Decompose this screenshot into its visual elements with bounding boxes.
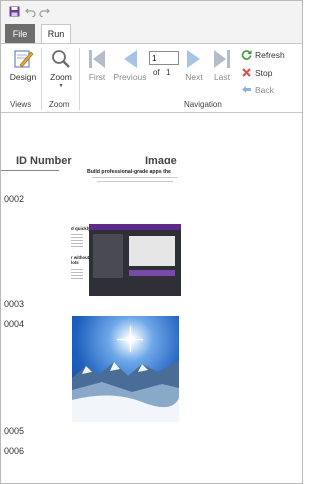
stop-button[interactable]: Stop	[241, 67, 273, 78]
mountain-photo-image	[72, 316, 179, 422]
table-row-id: 0006	[4, 446, 25, 456]
last-label: Last	[213, 72, 231, 82]
page-total: 1	[166, 68, 171, 77]
thumb-text-lines	[71, 268, 83, 280]
refresh-label: Refresh	[255, 49, 285, 60]
thumb-section-1: d quickly	[71, 226, 91, 231]
mountain-scene-icon	[72, 360, 179, 422]
next-page-icon	[187, 50, 200, 68]
design-label: Design	[9, 72, 37, 82]
redo-icon[interactable]	[37, 4, 51, 18]
next-page-button[interactable]: Next	[182, 48, 206, 82]
ribbon: Design Views Zoom ▼ Zoom First Previous …	[1, 43, 302, 113]
refresh-button[interactable]: Refresh	[241, 49, 285, 60]
back-arrow-icon	[242, 86, 251, 93]
last-page-button[interactable]: Last	[210, 48, 234, 82]
ribbon-tab-row: File Run	[1, 21, 302, 43]
next-label: Next	[185, 72, 203, 82]
undo-icon[interactable]	[23, 4, 37, 18]
views-group-label: Views	[10, 100, 32, 109]
table-row-id: 0005	[4, 426, 25, 436]
design-icon	[14, 50, 34, 68]
thumb-app-sidebar	[93, 234, 123, 278]
refresh-icon	[241, 50, 252, 60]
thumb-subtext	[92, 177, 178, 178]
tab-file[interactable]: File	[5, 24, 35, 43]
table-row-id: 0002	[4, 194, 25, 204]
zoom-group-label: Zoom	[49, 100, 70, 109]
zoom-button[interactable]: Zoom ▼	[46, 48, 76, 89]
thumb-section-2: r without lots	[71, 255, 90, 265]
previous-page-icon	[124, 50, 137, 68]
back-button[interactable]: Back	[241, 84, 274, 95]
previous-label: Previous	[113, 72, 147, 82]
thumb-app-bar	[129, 270, 175, 276]
thumb-subtext	[97, 181, 173, 182]
previous-page-button[interactable]: Previous	[113, 48, 147, 82]
first-page-button[interactable]: First	[85, 48, 109, 82]
document-thumbnail-image: Build professional-grade apps the d quic…	[59, 164, 181, 296]
title-bar	[1, 1, 302, 21]
report-page: ID Number Image 0002 Build professional-…	[1, 114, 302, 483]
divider	[41, 48, 42, 110]
back-label: Back	[255, 84, 274, 95]
zoom-label: Zoom	[50, 72, 72, 82]
stop-label: Stop	[255, 67, 273, 78]
thumb-app-form	[129, 236, 175, 266]
table-row-id: 0003	[4, 299, 25, 309]
thumb-text-lines	[71, 233, 83, 247]
last-page-icon	[214, 50, 230, 68]
design-button[interactable]: Design	[9, 48, 37, 82]
thumb-heading: Build professional-grade apps the	[87, 169, 171, 175]
save-icon[interactable]	[7, 4, 21, 18]
page-number-input[interactable]	[149, 51, 179, 65]
tab-run[interactable]: Run	[41, 24, 71, 43]
thumb-app-screenshot	[89, 224, 181, 296]
chevron-down-icon: ▼	[58, 83, 64, 89]
first-label: First	[88, 72, 106, 82]
stop-icon	[242, 68, 251, 77]
navigation-group-label: Navigation	[184, 100, 222, 109]
report-viewer-window: File Run Design Views Zoom ▼ Zoom First …	[0, 0, 303, 484]
table-row-id: 0004	[4, 319, 25, 329]
page-of-label: of	[153, 68, 160, 77]
thumb-app-titlebar	[89, 224, 181, 230]
magnifier-icon	[52, 50, 70, 68]
first-page-icon	[89, 50, 105, 68]
divider	[79, 48, 80, 110]
